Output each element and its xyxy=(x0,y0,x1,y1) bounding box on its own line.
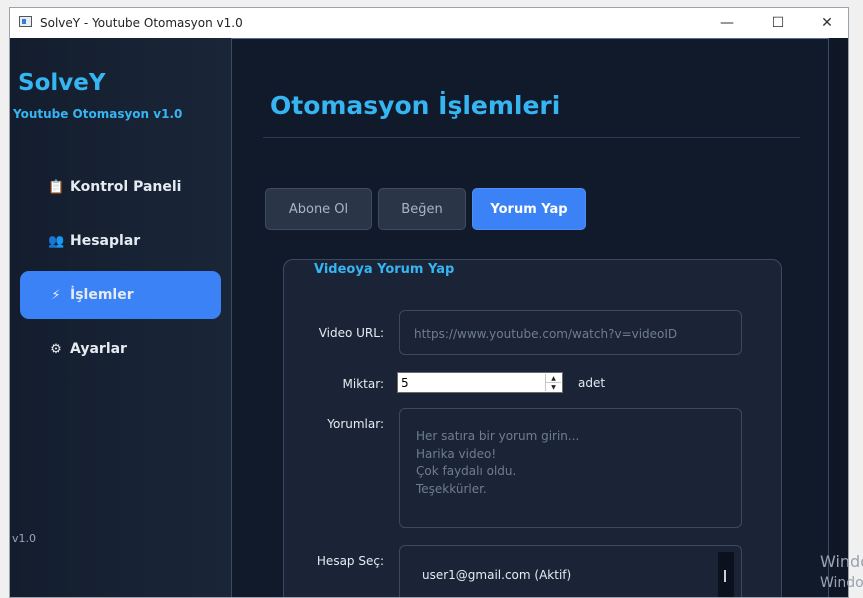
title-bar: SolveY - Youtube Otomasyon v1.0 — ☐ ✕ xyxy=(10,8,848,38)
users-icon: 👥 xyxy=(48,233,65,249)
groupbox-title: Videoya Yorum Yap xyxy=(314,262,455,277)
close-button[interactable]: ✕ xyxy=(804,8,848,38)
gear-icon: ⚙ xyxy=(50,341,62,357)
window-title: SolveY - Youtube Otomasyon v1.0 xyxy=(40,16,243,30)
title-divider xyxy=(263,137,800,138)
sidebar-item-islemler[interactable]: ⚡ İşlemler xyxy=(20,271,221,319)
comments-label: Yorumlar: xyxy=(327,417,384,431)
spin-up-icon[interactable]: ▲ xyxy=(546,374,561,383)
windows-activation-watermark: Windo xyxy=(820,552,863,571)
sidebar-item-label: Kontrol Paneli xyxy=(70,179,182,195)
brand-title: SolveY xyxy=(18,70,106,96)
list-item[interactable]: user1@gmail.com (Aktif) xyxy=(422,568,571,582)
sidebar: SolveY Youtube Otomasyon v1.0 📋 Kontrol … xyxy=(10,38,231,597)
sidebar-item-label: Ayarlar xyxy=(70,341,127,357)
spin-down-icon[interactable]: ▼ xyxy=(546,383,561,391)
sidebar-item-ayarlar[interactable]: ⚙ Ayarlar xyxy=(20,325,221,373)
amount-label: Miktar: xyxy=(342,377,384,391)
sidebar-item-hesaplar[interactable]: 👥 Hesaplar xyxy=(20,217,221,265)
account-list[interactable]: user1@gmail.com (Aktif) xyxy=(399,545,742,597)
maximize-button[interactable]: ☐ xyxy=(755,8,801,38)
amount-value: 5 xyxy=(401,376,409,390)
sidebar-item-label: Hesaplar xyxy=(70,233,141,249)
windows-activation-watermark-2: Windo xyxy=(820,575,863,591)
scrollbar-handle[interactable] xyxy=(724,570,726,582)
minimize-button[interactable]: — xyxy=(704,8,750,38)
account-select-label: Hesap Seç: xyxy=(316,554,384,568)
tab-yorum-yap[interactable]: Yorum Yap xyxy=(472,188,586,230)
account-list-scrollbar[interactable] xyxy=(718,552,734,597)
tab-begen[interactable]: Beğen xyxy=(378,188,466,230)
video-url-label: Video URL: xyxy=(318,326,384,340)
brand-subtitle: Youtube Otomasyon v1.0 xyxy=(13,107,183,121)
sidebar-item-kontrol-paneli[interactable]: 📋 Kontrol Paneli xyxy=(20,163,221,211)
comments-placeholder-line: Harika video! xyxy=(416,446,497,461)
tab-abone-ol[interactable]: Abone Ol xyxy=(265,188,372,230)
amount-unit: adet xyxy=(578,376,606,390)
clipboard-icon: 📋 xyxy=(48,179,65,195)
app-window: SolveY - Youtube Otomasyon v1.0 — ☐ ✕ So… xyxy=(9,7,849,598)
comments-textarea[interactable]: Her satıra bir yorum girin... Harika vid… xyxy=(399,408,742,528)
app-icon xyxy=(19,16,32,27)
version-label: v1.0 xyxy=(12,532,37,545)
comments-placeholder-line: Çok faydalı oldu. xyxy=(416,464,517,478)
spin-arrows: ▲ ▼ xyxy=(545,374,561,391)
sidebar-item-label: İşlemler xyxy=(70,287,134,303)
video-url-input[interactable]: https://www.youtube.com/watch?v=videoID xyxy=(399,310,742,355)
comments-placeholder-line: Her satıra bir yorum girin... xyxy=(416,429,580,443)
lightning-icon: ⚡ xyxy=(51,287,61,303)
main-panel: Otomasyon İşlemleri Abone Ol Beğen Yorum… xyxy=(231,38,829,597)
comments-placeholder-line: Teşekkürler. xyxy=(416,481,487,496)
amount-spinbox[interactable]: 5 ▲ ▼ xyxy=(397,372,563,393)
page-title: Otomasyon İşlemleri xyxy=(270,91,561,120)
